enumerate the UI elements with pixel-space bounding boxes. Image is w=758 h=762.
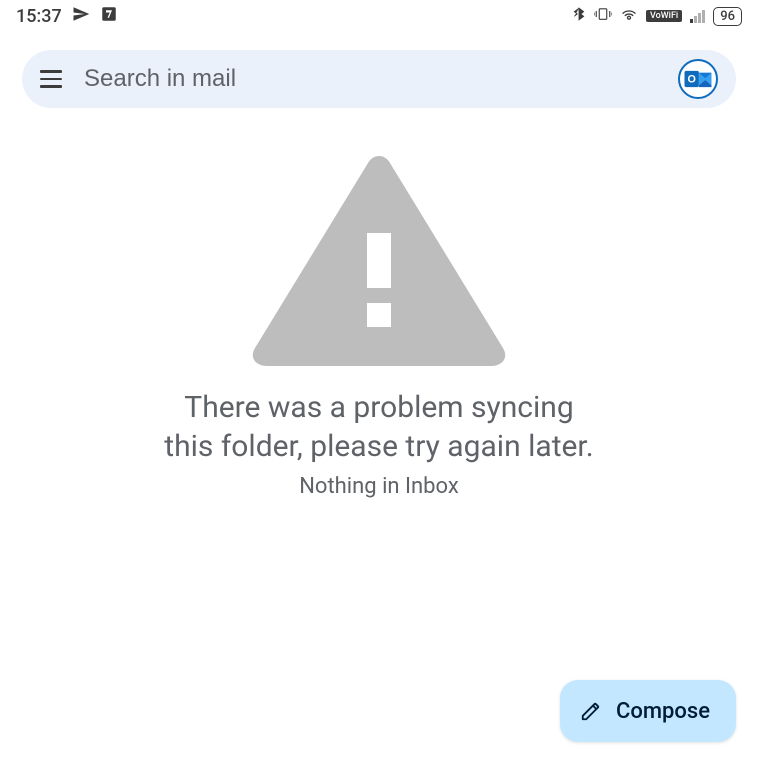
battery-indicator: 96 <box>713 7 742 26</box>
warning-icon <box>249 148 509 368</box>
error-message: There was a problem syncing this folder,… <box>159 388 599 466</box>
compose-label: Compose <box>616 699 710 724</box>
main-content: There was a problem syncing this folder,… <box>0 108 758 499</box>
status-left: 15:37 <box>16 5 118 28</box>
compose-button[interactable]: Compose <box>560 680 736 742</box>
search-input[interactable] <box>84 65 678 93</box>
pencil-icon <box>580 700 602 722</box>
keyboard-icon <box>100 5 118 28</box>
empty-state-message: Nothing in Inbox <box>299 474 459 499</box>
status-time: 15:37 <box>16 6 62 27</box>
search-bar[interactable]: O <box>22 50 736 108</box>
svg-text:O: O <box>688 74 696 86</box>
account-avatar[interactable]: O <box>678 59 718 99</box>
wifi-icon <box>620 7 638 25</box>
bluetooth-icon <box>572 6 586 26</box>
telegram-icon <box>72 5 90 28</box>
vibrate-icon <box>594 7 612 25</box>
status-right: VoWiFi 96 <box>572 6 742 26</box>
hamburger-menu-icon[interactable] <box>40 70 62 88</box>
status-bar: 15:37 VoWiFi 96 <box>0 0 758 32</box>
signal-icon <box>690 9 705 23</box>
vowifi-badge: VoWiFi <box>646 10 682 22</box>
